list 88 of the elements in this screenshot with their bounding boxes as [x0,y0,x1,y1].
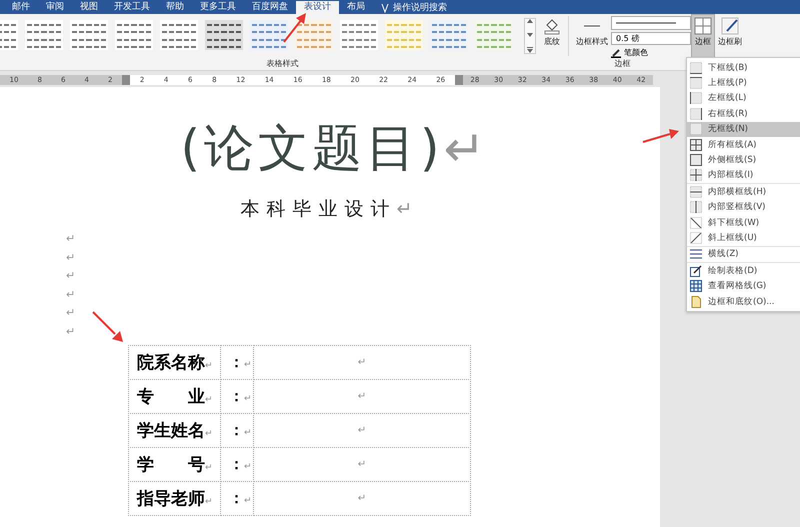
line-sample-icon [616,20,676,25]
document-title: (论文题目)↵ [180,118,490,180]
ribbon-tab[interactable]: 邮件 [4,1,38,14]
paint-bucket-icon [543,17,561,35]
border-grid-icon [694,17,712,35]
down-arrow-icon [527,33,533,37]
menu-item[interactable]: 内部横框线(H) [687,184,800,200]
ribbon-tab[interactable]: 布局 [339,1,373,14]
document-icon [690,296,702,308]
border-icon [690,108,702,120]
menu-item[interactable]: 无框线(N) [687,122,800,137]
tell-me-search[interactable]: 操作说明搜索 [393,1,447,14]
pencil-table-icon [690,264,702,277]
up-arrow-icon [527,19,533,23]
menu-item[interactable]: 横线(Z) [687,246,800,262]
diagonal-up-border-icon [690,232,702,244]
ruler-marker [455,75,463,85]
paragraph-mark: ↵ [66,286,76,302]
line-style-dropdown[interactable] [611,16,691,30]
gallery-scroll-bar[interactable] [524,18,536,54]
table-style-thumbnail[interactable] [160,20,198,50]
menu-item[interactable]: 查看网格线(G) [687,278,800,294]
diagonal-down-border-icon [690,216,702,229]
table-cell: 院系名称↵ [128,345,221,380]
menu-item[interactable]: 右框线(R) [687,106,800,122]
paragraph-mark: ↵ [66,324,76,340]
menu-item[interactable]: 边框和底纹(O)... [687,294,800,310]
group-label: 表格样式 [266,58,300,70]
ribbon-tab[interactable]: 百度网盘 [244,1,296,14]
pen-color-button[interactable]: 笔颜色 [611,47,691,58]
table-cell: ↵ [253,481,471,516]
table-style-thumbnail[interactable] [115,20,153,50]
menu-item[interactable]: 外侧框线(S) [687,152,800,168]
border-icon [690,138,702,151]
ribbon-tab[interactable]: 审阅 [38,1,72,14]
menu-item[interactable]: 下框线(B) [687,60,800,76]
table-style-thumbnail[interactable] [70,20,108,50]
border-painter-button[interactable]: 边框刷 [715,14,745,58]
line-style-icon [584,25,600,27]
ribbon-tab[interactable]: 开发工具 [106,1,158,14]
paragraph-mark: ↵ [66,268,76,284]
table-style-thumbnail[interactable] [385,20,423,50]
table-cell: 指导老师↵ [128,481,221,516]
annotation-arrow [282,12,308,44]
border-icon [690,154,702,166]
paragraph-mark: ↵ [66,231,76,247]
annotation-arrow [92,311,124,343]
ribbon-tab[interactable]: 表设计 [296,1,339,14]
table-style-thumbnail[interactable] [295,20,333,50]
ribbon-tab[interactable]: 帮助 [158,1,192,14]
border-icon [690,169,702,182]
paragraph-mark: ↵ [66,305,76,321]
border-styles-button[interactable]: 边框样式 [573,14,611,58]
menu-item[interactable]: 上框线(P) [687,75,800,91]
table-cell: ↵ [253,345,471,380]
pen-icon [611,48,621,58]
border-icon [690,62,702,74]
table-style-thumbnail[interactable] [475,20,513,50]
menu-item[interactable]: 内部框线(I) [687,168,800,184]
shading-button[interactable]: 底纹 [540,14,564,58]
menu-item[interactable]: 绘制表格(D) [687,263,800,278]
menu-item[interactable]: 所有框线(A) [687,136,800,152]
borders-button[interactable]: 边框 [691,14,715,58]
group-label: 边框 [614,58,632,70]
menu-item[interactable]: 左框线(L) [687,90,800,106]
border-icon [690,92,702,104]
border-icon [690,123,702,136]
ribbon-tab[interactable]: 更多工具 [192,1,244,14]
ruler-marker [122,75,130,85]
line-weight-dropdown[interactable]: 0.5 磅 [611,32,691,45]
table-style-thumbnail[interactable] [340,20,378,50]
table-style-thumbnail[interactable] [250,20,288,50]
table-style-thumbnail[interactable] [430,20,468,50]
menu-item[interactable]: 内部竖框线(V) [687,200,800,215]
border-icon [690,201,702,214]
annotation-arrow [642,128,680,144]
ribbon-tab[interactable]: 视图 [72,1,106,14]
menu-item[interactable]: 斜上框线(U) [687,230,800,246]
table-style-thumbnail[interactable] [205,20,243,50]
document-subtitle: 本科毕业设计↵ [240,197,420,222]
menu-item[interactable]: 斜下框线(W) [687,214,800,230]
paragraph-mark: ↵ [66,250,76,266]
border-icon [690,186,702,198]
border-icon [690,77,702,90]
table-style-thumbnail[interactable] [25,20,63,50]
more-arrow-icon [527,47,533,53]
horizontal-line-icon [690,248,702,260]
grid-icon [690,280,702,292]
